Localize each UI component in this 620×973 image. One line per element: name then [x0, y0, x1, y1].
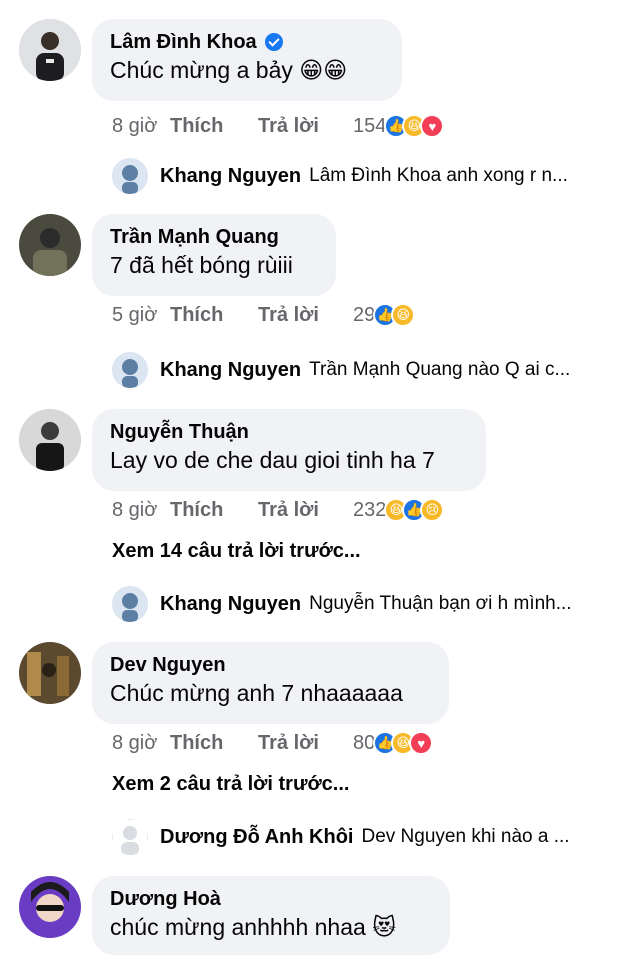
reply-button[interactable]: Trả lời	[258, 115, 353, 138]
avatar[interactable]	[19, 876, 81, 938]
haha-reaction-icon[interactable]: 😆	[391, 303, 416, 327]
comment-author[interactable]: Dev Nguyen	[110, 652, 431, 678]
reply-button[interactable]: Trả lời	[258, 732, 353, 755]
comment-actions: 8 giờ Thích Trả lời 80 👍 😆 ♥	[112, 731, 434, 755]
reaction-count[interactable]: 80	[353, 732, 375, 755]
reply-author[interactable]: Khang Nguyen	[160, 359, 301, 382]
comment-text: 7 đã hết bóng rùiii	[110, 252, 293, 278]
avatar[interactable]	[19, 409, 81, 471]
like-button[interactable]: Thích	[170, 115, 258, 138]
reply-text: Lâm Đình Khoa anh xong r n...	[309, 165, 568, 186]
reaction-count[interactable]: 29	[353, 304, 375, 327]
reply-button[interactable]: Trả lời	[258, 499, 353, 522]
comment-bubble: Dev Nguyen Chúc mừng anh 7 nhaaaaaa	[92, 642, 449, 724]
like-button[interactable]: Thích	[170, 499, 258, 522]
like-button[interactable]: Thích	[170, 304, 258, 327]
view-previous-replies-link[interactable]: Xem 14 câu trả lời trước...	[112, 540, 361, 563]
comment-author[interactable]: Nguyễn Thuận	[110, 419, 468, 445]
comment-text: Lay vo de che dau gioi tinh ha 7	[110, 447, 435, 473]
comment-author[interactable]: Trần Mạnh Quang	[110, 224, 318, 250]
comment-text: Chúc mừng anh 7 nhaaaaaa	[110, 680, 403, 706]
comment-time[interactable]: 8 giờ	[112, 115, 170, 138]
latest-reply[interactable]: Khang Nguyen Lâm Đình Khoa anh xong r n.…	[112, 156, 568, 196]
like-button[interactable]: Thích	[170, 732, 258, 755]
comment-author[interactable]: Lâm Đình Khoa	[110, 29, 384, 55]
comment-actions: 8 giờ Thích Trả lời 232 😆 👍 😢	[112, 498, 445, 522]
comment-time[interactable]: 8 giờ	[112, 732, 170, 755]
comment-time[interactable]: 5 giờ	[112, 304, 170, 327]
comment-text: Chúc mừng a bảy 😁😁	[110, 57, 348, 83]
reply-author[interactable]: Khang Nguyen	[160, 165, 301, 188]
comment-author[interactable]: Dương Hoà	[110, 886, 432, 912]
reaction-count[interactable]: 154	[353, 115, 386, 138]
love-reaction-icon[interactable]: ♥	[420, 114, 445, 138]
reply-text: Nguyễn Thuận bạn ơi h mình...	[309, 593, 572, 614]
comment-bubble: Lâm Đình Khoa Chúc mừng a bảy 😁😁	[92, 19, 402, 101]
comment-actions: 5 giờ Thích Trả lời 29 👍 😆	[112, 303, 416, 327]
latest-reply[interactable]: Dương Đỗ Anh Khôi Dev Nguyen khi nào a .…	[112, 817, 570, 857]
latest-reply[interactable]: Khang Nguyen Nguyễn Thuận bạn ơi h mình.…	[112, 584, 572, 624]
avatar	[112, 158, 148, 194]
comment-time[interactable]: 8 giờ	[112, 499, 170, 522]
reply-text: Trần Mạnh Quang nào Q ai c...	[309, 359, 571, 380]
love-reaction-icon[interactable]: ♥	[409, 731, 434, 755]
reply-author[interactable]: Khang Nguyen	[160, 593, 301, 616]
reply-author[interactable]: Dương Đỗ Anh Khôi	[160, 826, 353, 849]
avatar[interactable]	[19, 642, 81, 704]
reply-text: Dev Nguyen khi nào a ...	[361, 826, 570, 847]
comment-actions: 8 giờ Thích Trả lời 154 👍 😆 ♥	[112, 114, 445, 138]
avatar[interactable]	[19, 19, 81, 81]
reply-button[interactable]: Trả lời	[258, 304, 353, 327]
comment-text: chúc mừng anhhhh nhaa 😻	[110, 914, 397, 940]
reaction-count[interactable]: 232	[353, 499, 386, 522]
verified-icon	[264, 33, 283, 51]
sad-reaction-icon[interactable]: 😢	[420, 498, 445, 522]
comment-bubble: Trần Mạnh Quang 7 đã hết bóng rùiii	[92, 214, 336, 296]
latest-reply[interactable]: Khang Nguyen Trần Mạnh Quang nào Q ai c.…	[112, 350, 570, 390]
avatar	[112, 819, 148, 855]
avatar	[112, 586, 148, 622]
comment-bubble: Nguyễn Thuận Lay vo de che dau gioi tinh…	[92, 409, 486, 491]
comment-bubble: Dương Hoà chúc mừng anhhhh nhaa 😻	[92, 876, 450, 955]
view-previous-replies-link[interactable]: Xem 2 câu trả lời trước...	[112, 773, 349, 796]
avatar	[112, 352, 148, 388]
avatar[interactable]	[19, 214, 81, 276]
